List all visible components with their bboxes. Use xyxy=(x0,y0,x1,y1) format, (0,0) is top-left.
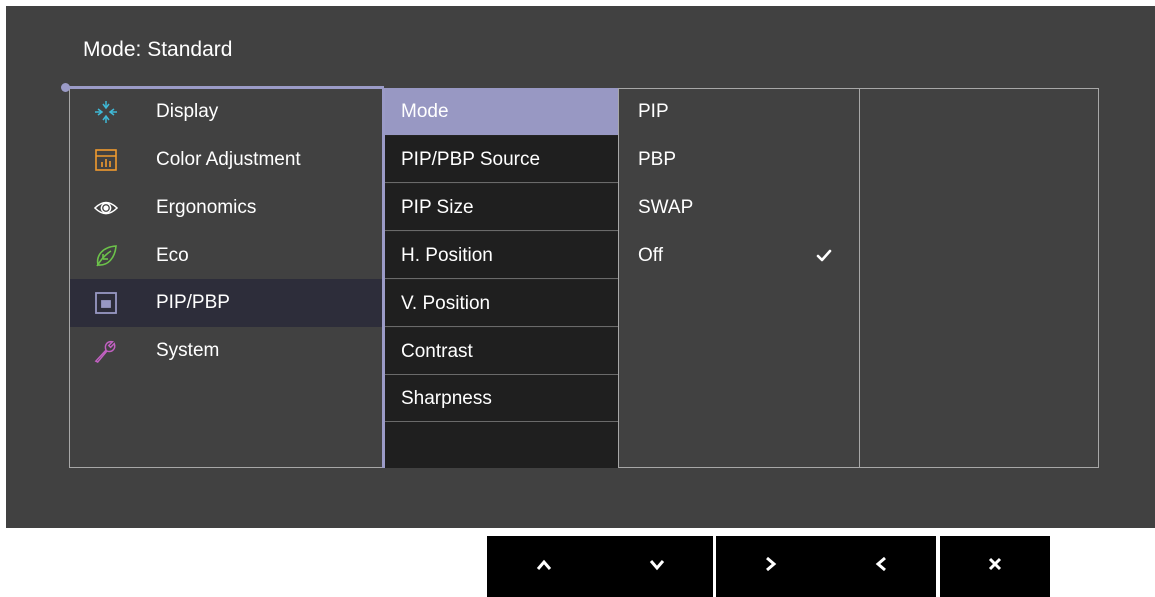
option-label: Contrast xyxy=(401,341,473,362)
option-label: V. Position xyxy=(401,293,491,314)
option-item-contrast[interactable]: Contrast xyxy=(385,328,618,375)
value-label: Off xyxy=(638,245,663,266)
option-item-empty xyxy=(385,422,618,468)
pip-icon xyxy=(94,291,118,315)
leaf-icon xyxy=(94,244,118,268)
value-item-off[interactable]: Off xyxy=(620,232,858,279)
chevron-right-icon xyxy=(765,556,777,577)
option-label: Sharpness xyxy=(401,388,492,409)
chevron-up-icon xyxy=(536,558,552,576)
color-adjustment-icon xyxy=(94,148,118,172)
option-item-v-position[interactable]: V. Position xyxy=(385,280,618,327)
option-label: PIP Size xyxy=(401,197,474,218)
value-label: PBP xyxy=(638,149,677,170)
column-divider xyxy=(859,88,860,468)
wrench-icon xyxy=(94,339,118,363)
category-label: Eco xyxy=(156,245,189,266)
category-label: System xyxy=(156,340,220,361)
category-item-ergonomics[interactable]: Ergonomics xyxy=(70,184,382,232)
down-button[interactable] xyxy=(600,536,713,597)
frame-accent-dot xyxy=(61,83,70,92)
value-item-pbp[interactable]: PBP xyxy=(620,136,858,183)
nav-button-group xyxy=(716,536,936,597)
option-item-pip-pbp-source[interactable]: PIP/PBP Source xyxy=(385,136,618,183)
value-item-pip[interactable]: PIP xyxy=(620,88,858,135)
enter-button[interactable] xyxy=(716,536,826,597)
category-item-eco[interactable]: Eco xyxy=(70,232,382,280)
up-button[interactable] xyxy=(487,536,600,597)
category-item-display[interactable]: Display xyxy=(70,88,382,136)
value-label: SWAP xyxy=(638,197,694,218)
checkmark-icon xyxy=(814,246,834,266)
category-label: Display xyxy=(156,101,219,122)
chevron-left-icon xyxy=(875,556,887,577)
back-button[interactable] xyxy=(826,536,936,597)
option-label: PIP/PBP Source xyxy=(401,149,541,170)
category-label: Ergonomics xyxy=(156,197,257,218)
eye-icon xyxy=(94,196,118,220)
mode-title: Mode: Standard xyxy=(83,38,233,61)
chevron-down-icon xyxy=(649,558,665,576)
category-label: PIP/PBP xyxy=(156,292,230,313)
exit-button[interactable] xyxy=(940,536,1050,597)
close-icon xyxy=(987,556,1003,577)
value-item-swap[interactable]: SWAP xyxy=(620,184,858,231)
category-item-color-adjustment[interactable]: Color Adjustment xyxy=(70,136,382,184)
category-item-pip-pbp[interactable]: PIP/PBP xyxy=(70,279,382,327)
option-label: Mode xyxy=(401,101,449,122)
value-label: PIP xyxy=(638,101,669,122)
category-label: Color Adjustment xyxy=(156,149,301,170)
category-item-system[interactable]: System xyxy=(70,327,382,375)
option-item-mode[interactable]: Mode xyxy=(385,88,618,135)
option-item-h-position[interactable]: H. Position xyxy=(385,232,618,279)
display-icon xyxy=(94,100,118,124)
nav-button-group xyxy=(487,536,713,597)
option-label: H. Position xyxy=(401,245,493,266)
options-accent-line xyxy=(382,88,385,468)
column-divider xyxy=(618,88,619,468)
option-item-pip-size[interactable]: PIP Size xyxy=(385,184,618,231)
nav-button-group xyxy=(940,536,1050,597)
option-item-sharpness[interactable]: Sharpness xyxy=(385,375,618,422)
